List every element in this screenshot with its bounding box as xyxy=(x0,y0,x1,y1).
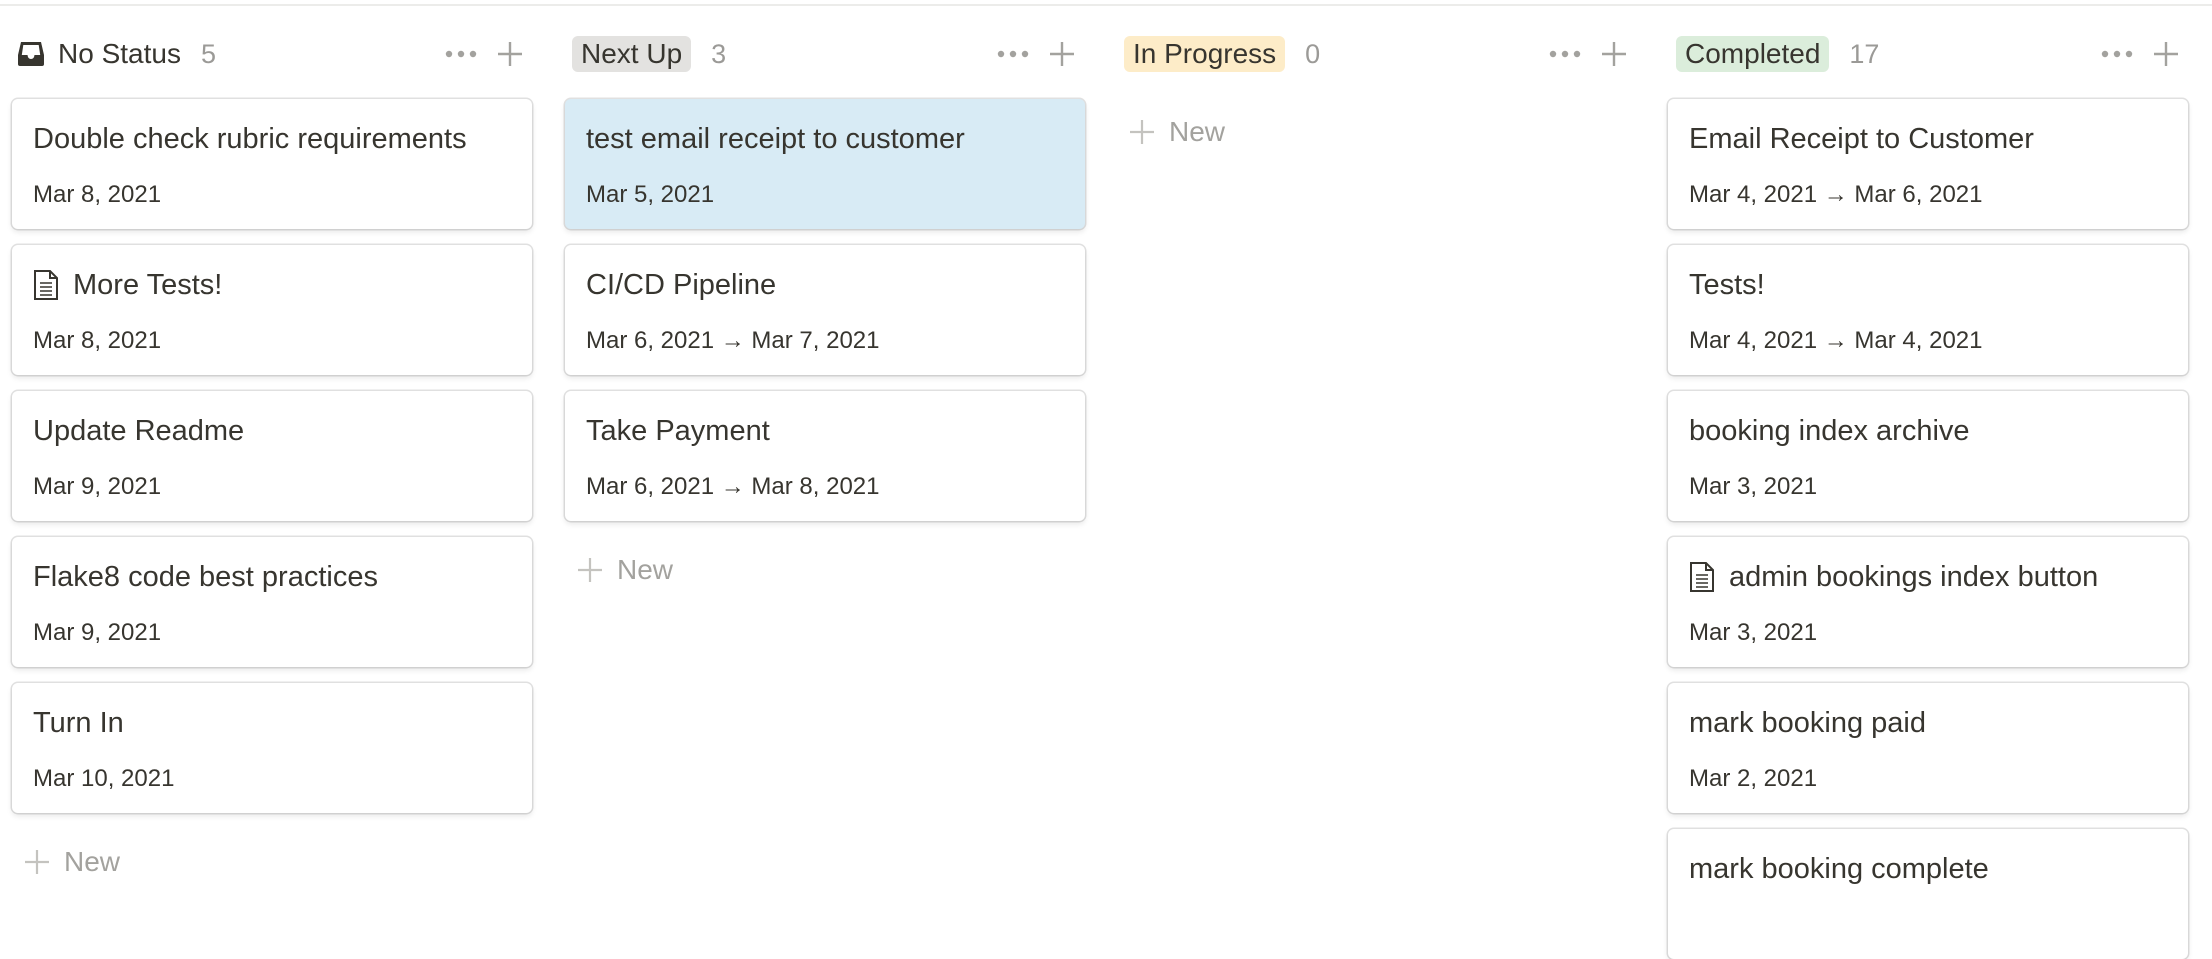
card-date: Mar 3, 2021 xyxy=(1689,473,1818,500)
card-title-text: booking index archive xyxy=(1689,415,1970,447)
card[interactable]: Take Payment Mar 6, 2021 → Mar 8, 2021 xyxy=(565,391,1085,521)
card-title: CI/CD Pipeline xyxy=(586,265,1069,305)
column-title-group[interactable]: Completed 17 xyxy=(1676,34,1879,74)
card-title: booking index archive xyxy=(1689,411,2172,451)
card-title: Email Receipt to Customer xyxy=(1689,119,2172,159)
column-title-group[interactable]: In Progress 0 xyxy=(1124,34,1320,74)
column-count: 3 xyxy=(711,39,727,69)
more-options-icon[interactable] xyxy=(441,34,481,74)
plus-icon xyxy=(1130,120,1154,144)
plus-icon xyxy=(578,558,602,582)
card[interactable]: booking index archive Mar 3, 2021 xyxy=(1668,391,2188,521)
card-title: admin bookings index button xyxy=(1689,557,2172,597)
card[interactable]: Tests! Mar 4, 2021 → Mar 4, 2021 xyxy=(1668,245,2188,375)
card-title: Take Payment xyxy=(586,411,1069,451)
card-title: mark booking complete xyxy=(1689,849,2172,889)
card-title: More Tests! xyxy=(33,265,516,305)
card-date: Mar 4, 2021 → Mar 6, 2021 xyxy=(1689,181,1983,208)
card-title-text: admin bookings index button xyxy=(1729,561,2099,593)
plus-icon xyxy=(25,850,49,874)
new-card-label: New xyxy=(1169,116,1226,147)
card[interactable]: Double check rubric requirements Mar 8, … xyxy=(12,99,532,229)
card-title-text: Email Receipt to Customer xyxy=(1689,123,2034,155)
card-title-text: Flake8 code best practices xyxy=(33,561,378,593)
column-title: In Progress xyxy=(1124,36,1286,72)
column-title-group[interactable]: Next Up 3 xyxy=(572,34,726,74)
card-date: Mar 8, 2021 xyxy=(33,327,162,354)
card[interactable]: More Tests! Mar 8, 2021 xyxy=(12,245,532,375)
column-count: 0 xyxy=(1305,39,1321,69)
card-date: Mar 4, 2021 → Mar 4, 2021 xyxy=(1689,327,1983,354)
card-title-text: CI/CD Pipeline xyxy=(586,269,777,301)
column-count: 5 xyxy=(200,39,216,69)
column-title: Next Up xyxy=(572,36,692,72)
card-title-text: mark booking paid xyxy=(1689,707,1926,739)
card-title: mark booking paid xyxy=(1689,703,2172,743)
card-date: Mar 9, 2021 xyxy=(33,619,162,646)
add-icon[interactable] xyxy=(2146,34,2186,74)
card-title-text: Turn In xyxy=(33,707,124,739)
new-card-label: New xyxy=(64,846,121,877)
more-options-icon[interactable] xyxy=(993,34,1033,74)
card-date: Mar 6, 2021 → Mar 8, 2021 xyxy=(586,473,880,500)
card-title: Update Readme xyxy=(33,411,516,451)
add-icon[interactable] xyxy=(1594,34,1634,74)
card[interactable]: mark booking paid Mar 2, 2021 xyxy=(1668,683,2188,813)
column-title: No Status xyxy=(58,38,181,69)
new-card-button[interactable]: New xyxy=(577,550,673,590)
card-date: Mar 10, 2021 xyxy=(33,765,175,792)
card[interactable]: Email Receipt to Customer Mar 4, 2021 → … xyxy=(1668,99,2188,229)
column-next-up: Next Up 3 test email receipt to customer… xyxy=(553,0,1085,900)
card[interactable]: Turn In Mar 10, 2021 xyxy=(12,683,532,813)
card-title-text: Update Readme xyxy=(33,415,245,447)
add-icon[interactable] xyxy=(490,34,530,74)
column-completed: Completed 17 Email Receipt to Customer M… xyxy=(1656,0,2188,959)
card-title: Tests! xyxy=(1689,265,2172,305)
card-date: Mar 5, 2021 xyxy=(586,181,715,208)
card-title-text: test email receipt to customer xyxy=(586,123,965,155)
column-header: In Progress 0 xyxy=(1105,34,1627,74)
card[interactable]: Flake8 code best practices Mar 9, 2021 xyxy=(12,537,532,667)
card-title: test email receipt to customer xyxy=(586,119,1069,159)
new-card-label: New xyxy=(617,554,674,585)
document-icon xyxy=(1689,561,1717,593)
column-no-status: No Status 5 Double check rubric requirem… xyxy=(0,0,532,900)
card[interactable]: mark booking complete xyxy=(1668,829,2188,959)
card-date: Mar 2, 2021 xyxy=(1689,765,1818,792)
more-options-icon[interactable] xyxy=(1545,34,1585,74)
new-card-button[interactable]: New xyxy=(1129,112,1225,152)
card-title-text: Take Payment xyxy=(586,415,770,447)
card-title: Turn In xyxy=(33,703,516,743)
card-date: Mar 8, 2021 xyxy=(33,181,162,208)
document-icon xyxy=(33,269,61,301)
inbox-icon xyxy=(16,39,46,69)
new-card-button[interactable]: New xyxy=(24,842,120,882)
card-date: Mar 3, 2021 xyxy=(1689,619,1818,646)
column-header: Next Up 3 xyxy=(553,34,1075,74)
column-in-progress: In Progress 0 New xyxy=(1105,0,1627,900)
card-title: Double check rubric requirements xyxy=(33,119,516,159)
card-title-text: More Tests! xyxy=(73,269,223,301)
card[interactable]: CI/CD Pipeline Mar 6, 2021 → Mar 7, 2021 xyxy=(565,245,1085,375)
card-title-text: Double check rubric requirements xyxy=(33,123,467,155)
add-icon[interactable] xyxy=(1042,34,1082,74)
more-options-icon[interactable] xyxy=(2097,34,2137,74)
card-date: Mar 6, 2021 → Mar 7, 2021 xyxy=(586,327,880,354)
card-title-text: mark booking complete xyxy=(1689,853,1989,885)
card-date: Mar 9, 2021 xyxy=(33,473,162,500)
card-title-text: Tests! xyxy=(1689,269,1765,301)
column-count: 17 xyxy=(1849,39,1880,69)
card-selected[interactable]: test email receipt to customer Mar 5, 20… xyxy=(565,99,1085,229)
column-title-group[interactable]: No Status 5 xyxy=(16,34,216,74)
column-header: Completed 17 xyxy=(1656,34,2178,74)
card[interactable]: Update Readme Mar 9, 2021 xyxy=(12,391,532,521)
column-header: No Status 5 xyxy=(0,34,522,74)
card-title: Flake8 code best practices xyxy=(33,557,516,597)
card[interactable]: admin bookings index button Mar 3, 2021 xyxy=(1668,537,2188,667)
column-title: Completed xyxy=(1676,36,1830,72)
